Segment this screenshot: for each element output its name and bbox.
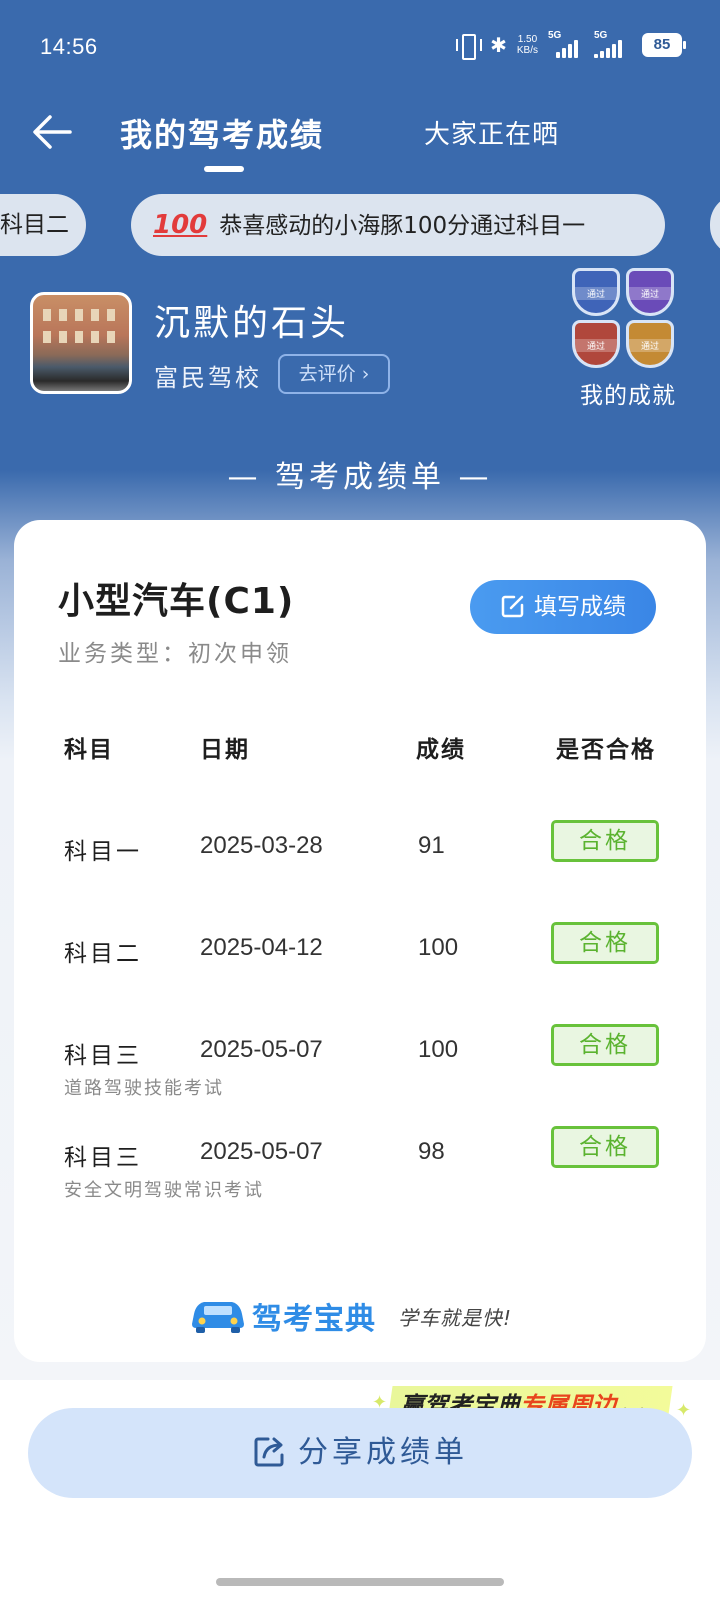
header-date: 日期 xyxy=(200,737,250,763)
status-time: 14:56 xyxy=(40,34,98,59)
tab-everyone-sharing[interactable]: 大家正在晒 xyxy=(424,114,559,151)
ticker-item-prev[interactable]: 科目二 xyxy=(0,194,86,256)
table-row: 科目一 2025-03-28 91 合格 xyxy=(14,820,706,902)
row-date: 2025-05-07 xyxy=(200,1036,323,1063)
sim1-label: 5G xyxy=(548,30,562,41)
row-subject: 科目三 xyxy=(64,1145,142,1171)
tab-active-indicator xyxy=(204,166,244,172)
share-button-label: 分享成绩单 xyxy=(298,1435,468,1470)
signal-icon-sim1: 5G xyxy=(548,30,584,58)
badge-icon: 通过 xyxy=(572,268,620,316)
pass-badge: 合格 xyxy=(551,820,659,862)
ticker-item-main[interactable]: 100 恭喜感动的小海豚100分通过科目一 xyxy=(131,194,665,256)
achievement-badges: 通过 通过 通过 通过 xyxy=(572,268,676,372)
row-note: 安全文明驾驶常识考试 xyxy=(64,1180,264,1201)
review-button-label: 去评价 xyxy=(298,363,356,385)
car-logo-icon xyxy=(192,1302,244,1333)
table-row: 科目三 道路驾驶技能考试 2025-05-07 100 合格 xyxy=(14,1024,706,1106)
vibrate-icon xyxy=(454,32,483,60)
score-sheet-title: — 驾考成绩单 — xyxy=(227,460,493,495)
brand-slogan: 学车就是快! xyxy=(398,1306,513,1330)
status-icons: ✱ 1.50 KB/s 5G 5G 85 xyxy=(454,30,686,60)
signal-icon-sim2: 5G xyxy=(594,30,632,58)
fill-score-label: 填写成绩 xyxy=(534,594,626,620)
row-date: 2025-04-12 xyxy=(200,934,323,961)
score-card: 小型汽车(C1) 业务类型：初次申领 填写成绩 科目 日期 成绩 是否合格 科目… xyxy=(14,520,706,1362)
badge-icon: 通过 xyxy=(626,268,674,316)
row-note: 道路驾驶技能考试 xyxy=(64,1078,224,1099)
header-score: 成绩 xyxy=(416,737,466,763)
header-passed: 是否合格 xyxy=(556,737,656,763)
sim2-label: 5G xyxy=(594,30,608,41)
table-row: 科目二 2025-04-12 100 合格 xyxy=(14,922,706,1004)
pass-badge: 合格 xyxy=(551,922,659,964)
row-subject: 科目一 xyxy=(64,839,142,865)
bluetooth-icon: ✱ xyxy=(490,33,507,57)
row-subject: 科目三 xyxy=(64,1043,142,1069)
row-score: 91 xyxy=(418,832,445,859)
status-bar: 14:56 ✱ 1.50 KB/s 5G 5G 85 xyxy=(0,0,720,96)
row-score: 98 xyxy=(418,1138,445,1165)
driving-school: 富民驾校 xyxy=(154,364,262,392)
row-date: 2025-03-28 xyxy=(200,832,323,859)
header-subject: 科目 xyxy=(64,737,114,763)
tab-my-scores[interactable]: 我的驾考成绩 xyxy=(120,110,324,156)
back-arrow-icon[interactable] xyxy=(30,110,74,154)
share-score-sheet-button[interactable]: 分享成绩单 xyxy=(28,1408,692,1498)
row-score: 100 xyxy=(418,934,459,961)
badge-icon: 通过 xyxy=(626,320,674,368)
vehicle-type: 小型汽车(C1) xyxy=(58,581,295,622)
sparkle-icon: ✦ xyxy=(676,1400,692,1421)
ticker-main-text: 恭喜感动的小海豚100分通过科目一 xyxy=(219,213,586,239)
nav-bar: 我的驾考成绩 大家正在晒 xyxy=(0,100,720,180)
achievements-label: 我的成就 xyxy=(580,383,676,409)
username: 沉默的石头 xyxy=(154,303,350,344)
user-profile: 沉默的石头 富民驾校 去评价 › 通过 通过 通过 通过 我的成就 xyxy=(30,268,690,430)
brand-logo: 驾考宝典 学车就是快! xyxy=(190,1290,530,1340)
badge-icon: 通过 xyxy=(572,320,620,368)
net-speed-unit: KB/s xyxy=(516,45,538,56)
table-header: 科目 日期 成绩 是否合格 xyxy=(14,730,706,770)
row-subject: 科目二 xyxy=(64,941,142,967)
congrats-ticker: 科目二 100 恭喜感动的小海豚100分通过科目一 xyxy=(0,194,720,258)
edit-icon xyxy=(501,595,524,617)
review-button[interactable]: 去评价 › xyxy=(278,354,390,394)
net-speed: 1.50 KB/s xyxy=(517,34,538,56)
pass-badge: 合格 xyxy=(551,1024,659,1066)
net-speed-value: 1.50 xyxy=(517,34,538,45)
avatar[interactable] xyxy=(30,292,132,394)
share-icon xyxy=(254,1437,284,1466)
table-row: 科目三 安全文明驾驶常识考试 2025-05-07 98 合格 xyxy=(14,1126,706,1208)
home-indicator[interactable] xyxy=(216,1578,504,1586)
fill-score-button[interactable]: 填写成绩 xyxy=(470,580,656,634)
brand-name: 驾考宝典 xyxy=(252,1302,376,1337)
battery-icon: 85 xyxy=(642,33,686,57)
row-date: 2025-05-07 xyxy=(200,1138,323,1165)
chevron-right-icon: › xyxy=(355,363,370,385)
pass-badge: 合格 xyxy=(551,1126,659,1168)
row-score: 100 xyxy=(418,1036,459,1063)
achievements-button[interactable]: 通过 通过 通过 通过 我的成就 xyxy=(568,268,678,418)
hundred-points-icon: 100 xyxy=(153,210,208,240)
business-type: 业务类型：初次申领 xyxy=(58,641,292,667)
ticker-item-next[interactable] xyxy=(710,194,720,256)
ticker-prev-text: 科目二 xyxy=(0,212,69,238)
